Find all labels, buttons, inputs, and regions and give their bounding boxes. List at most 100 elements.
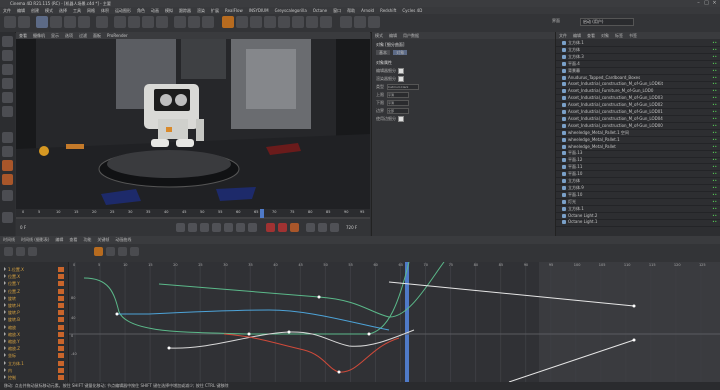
redshift-icon[interactable] — [368, 16, 380, 28]
menu-item[interactable]: Octane — [313, 8, 327, 13]
track-row[interactable]: 缩放.Z — [0, 345, 68, 352]
minimize-icon[interactable]: – — [696, 1, 701, 6]
coordinate-system-icon[interactable] — [156, 16, 168, 28]
menu-item[interactable]: 选择 — [59, 8, 67, 13]
attr-tab[interactable]: 用户数据 — [403, 33, 419, 38]
visibility-dots-icon[interactable]: •• — [712, 40, 717, 46]
menu-item[interactable]: 跟踪器 — [179, 8, 191, 13]
model-mode-icon[interactable] — [2, 50, 13, 61]
move-tool-icon[interactable] — [50, 16, 62, 28]
play-icon[interactable] — [212, 223, 221, 232]
menu-item[interactable]: 窗口 — [333, 8, 341, 13]
attr-tab[interactable]: 模式 — [375, 33, 383, 38]
timeline-tab[interactable]: 功能 — [83, 237, 91, 242]
pen-icon[interactable] — [236, 16, 248, 28]
render-view-icon[interactable] — [174, 16, 186, 28]
track-row[interactable]: 位置.Y — [0, 280, 68, 287]
track-row[interactable]: 内 — [0, 367, 68, 374]
last-tool-icon[interactable] — [96, 16, 108, 28]
record-icon[interactable] — [266, 223, 275, 232]
keyframe[interactable] — [317, 295, 321, 299]
go-to-end-icon[interactable] — [248, 223, 257, 232]
make-editable-icon[interactable] — [2, 36, 13, 47]
keyframe[interactable] — [115, 312, 119, 316]
undo-icon[interactable] — [4, 16, 16, 28]
attr-field[interactable]: 全部 — [387, 108, 409, 114]
timeline-tab[interactable]: 关键帧 — [97, 237, 109, 242]
obj-tab[interactable]: 对象 — [601, 33, 609, 38]
viewport-menu-item[interactable]: 摄像机 — [33, 33, 45, 38]
visibility-dots-icon[interactable]: •• — [712, 109, 717, 115]
z-axis-icon[interactable] — [142, 16, 154, 28]
next-frame-icon[interactable] — [224, 223, 233, 232]
expand-icon[interactable] — [4, 360, 6, 365]
track-row[interactable]: 1.位置.X — [0, 266, 68, 273]
menu-item[interactable]: INSYDIUM — [249, 8, 269, 13]
layout-dropdown[interactable]: 启动 (用户) — [580, 18, 634, 26]
timeline-tab[interactable]: 时间线 (摄影表) — [21, 237, 49, 242]
expand-icon[interactable] — [4, 331, 6, 336]
obj-tab[interactable]: 书签 — [629, 33, 637, 38]
menu-item[interactable]: Arnold — [361, 8, 374, 13]
keyframe[interactable] — [287, 330, 291, 334]
bend-icon[interactable] — [278, 16, 290, 28]
expand-icon[interactable] — [4, 303, 6, 307]
redo-icon[interactable] — [18, 16, 30, 28]
visibility-dots-icon[interactable]: •• — [712, 130, 717, 136]
menu-item[interactable]: Redshift — [380, 8, 396, 13]
key-linear-icon[interactable] — [94, 247, 103, 256]
menu-item[interactable]: 帮助 — [347, 8, 355, 13]
timeline-ruler[interactable]: 0 5 10 15 20 25 30 35 40 45 50 55 60 65 … — [16, 209, 370, 219]
viewport-menu-item[interactable]: 面板 — [93, 33, 101, 38]
attr-checkbox[interactable] — [398, 116, 404, 122]
x-axis-icon[interactable] — [114, 16, 126, 28]
visibility-dots-icon[interactable]: •• — [712, 47, 717, 53]
go-to-start-icon[interactable] — [176, 223, 185, 232]
arnold-icon[interactable] — [354, 16, 366, 28]
obj-tab[interactable]: 编辑 — [573, 33, 581, 38]
menu-item[interactable]: 扩展 — [211, 8, 219, 13]
attr-checkbox[interactable] — [398, 76, 404, 82]
subdivision-icon[interactable] — [250, 16, 262, 28]
visibility-dots-icon[interactable]: •• — [712, 164, 717, 170]
keyframe[interactable] — [337, 370, 341, 374]
snap-icon[interactable] — [2, 132, 13, 143]
expand-icon[interactable] — [4, 375, 6, 379]
menu-item[interactable]: 动画 — [151, 8, 159, 13]
expand-icon[interactable] — [4, 317, 6, 322]
visibility-dots-icon[interactable]: •• — [712, 192, 717, 198]
expand-icon[interactable] — [4, 295, 6, 300]
timeline-tab[interactable]: 时间线 — [3, 237, 15, 242]
light-icon[interactable] — [320, 16, 332, 28]
close-icon[interactable]: × — [712, 1, 717, 6]
menu-item[interactable]: 渲染 — [197, 8, 205, 13]
track-row[interactable]: 旋转 — [0, 295, 68, 302]
floor-icon[interactable] — [292, 16, 304, 28]
next-key-icon[interactable] — [236, 223, 245, 232]
obj-tab[interactable]: 标签 — [615, 33, 623, 38]
menu-item[interactable]: 文件 — [3, 8, 11, 13]
frame-all-icon[interactable] — [130, 247, 139, 256]
obj-tab[interactable]: 文件 — [559, 33, 567, 38]
visibility-dots-icon[interactable]: •• — [712, 150, 717, 156]
expand-icon[interactable] — [4, 281, 6, 286]
menu-item[interactable]: Cycles 4D — [402, 8, 422, 13]
expand-icon[interactable] — [4, 367, 6, 372]
octane-icon[interactable] — [340, 16, 352, 28]
viewport-menu-item[interactable]: 过滤 — [79, 33, 87, 38]
expand-icon[interactable] — [4, 267, 6, 271]
visibility-dots-icon[interactable]: •• — [712, 219, 717, 225]
menu-item[interactable]: 工具 — [73, 8, 81, 13]
cube-icon[interactable] — [222, 16, 234, 28]
menu-item[interactable]: 网格 — [87, 8, 95, 13]
timeline-tab[interactable]: 动画曲线 — [115, 237, 131, 242]
edges-mode-icon[interactable] — [2, 92, 13, 103]
track-row[interactable]: 旋转.H — [0, 302, 68, 309]
viewport-menu-item[interactable]: ProRender — [107, 33, 128, 38]
lock-axis-icon[interactable] — [2, 212, 13, 223]
visibility-dots-icon[interactable]: •• — [712, 199, 717, 205]
3d-viewport[interactable] — [16, 39, 370, 209]
expand-icon[interactable] — [4, 324, 6, 329]
obj-tab[interactable]: 查看 — [587, 33, 595, 38]
visibility-dots-icon[interactable]: •• — [712, 137, 717, 143]
